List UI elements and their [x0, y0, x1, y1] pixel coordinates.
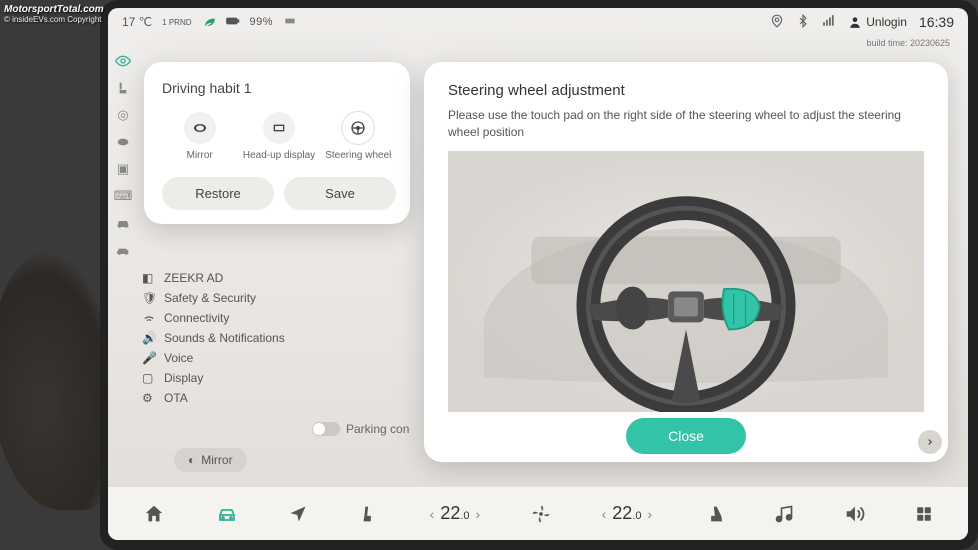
- eye-icon[interactable]: [114, 52, 132, 70]
- gear-icon: ⚙: [142, 391, 156, 405]
- option-hud[interactable]: Head-up display: [241, 112, 316, 161]
- parking-toggle-row[interactable]: Parking con: [312, 422, 409, 436]
- navigation-button[interactable]: [288, 504, 308, 524]
- chevron-right-icon[interactable]: ›: [476, 506, 481, 522]
- chevron-right-icon[interactable]: ›: [648, 506, 653, 522]
- popup-description: Please use the touch pad on the right si…: [448, 107, 924, 141]
- signal-icon: [822, 14, 836, 31]
- speaker-icon: 🔊: [142, 331, 156, 345]
- apps-button[interactable]: [915, 505, 933, 523]
- charging-icon: [283, 14, 297, 31]
- steering-wheel-icon: [342, 112, 374, 144]
- settings-sidebar: ◎ ▣ ⌨: [108, 48, 138, 480]
- steering-adjustment-popup: Steering wheel adjustment Please use the…: [424, 62, 948, 462]
- clock: 16:39: [919, 14, 954, 30]
- car-side-icon[interactable]: [114, 241, 132, 259]
- tablet-bezel: 17 ℃ 1 PRND 99%: [100, 0, 978, 550]
- option-mirror[interactable]: Mirror: [162, 112, 237, 161]
- hud-icon: [263, 112, 295, 144]
- home-button[interactable]: [143, 503, 165, 525]
- mirror-icon: [184, 112, 216, 144]
- next-page-button[interactable]: [918, 430, 942, 454]
- fan-button[interactable]: [530, 503, 552, 525]
- location-icon[interactable]: [770, 14, 784, 31]
- wifi-icon: [142, 311, 156, 325]
- screen: 17 ℃ 1 PRND 99%: [108, 8, 968, 540]
- battery-icon: [226, 14, 240, 31]
- build-time-label: build time: 20230625: [866, 38, 950, 48]
- mic-icon: 🎤: [142, 351, 156, 365]
- car-body-icon[interactable]: [114, 214, 132, 232]
- restore-button[interactable]: Restore: [162, 177, 274, 210]
- option-steering-wheel[interactable]: Steering wheel: [321, 112, 396, 161]
- save-button[interactable]: Save: [284, 177, 396, 210]
- steering-wheel-illustration: [448, 151, 924, 413]
- toggle-switch[interactable]: [312, 422, 340, 436]
- watermark: MotorsportTotal.com © insideEVs.com Copy…: [4, 4, 104, 24]
- bluetooth-icon[interactable]: [796, 14, 810, 31]
- temperature-readout: 17 ℃: [122, 15, 152, 29]
- temp-left-value: 22.0: [440, 503, 469, 524]
- temp-left-control[interactable]: ‹ 22.0 ›: [430, 503, 481, 524]
- display-icon: ▢: [142, 371, 156, 385]
- popup-title: Steering wheel adjustment: [448, 82, 924, 99]
- status-bar: 17 ℃ 1 PRND 99%: [108, 8, 968, 36]
- seat-icon[interactable]: [114, 79, 132, 97]
- mirror-chip[interactable]: ◐ Mirror: [174, 448, 247, 472]
- music-button[interactable]: [774, 504, 794, 524]
- user-button[interactable]: Unlogin: [848, 15, 907, 29]
- mirror-side-icon[interactable]: [114, 133, 132, 151]
- close-button[interactable]: Close: [626, 418, 746, 454]
- car-front-icon[interactable]: ▣: [114, 160, 132, 178]
- chevron-left-icon[interactable]: ‹: [602, 506, 607, 522]
- shield-icon: 🛡: [142, 291, 156, 305]
- chevron-left-icon[interactable]: ‹: [430, 506, 435, 522]
- steering-icon[interactable]: ◎: [114, 106, 132, 124]
- bottom-dock: ‹ 22.0 › ‹ 22.0 ›: [108, 486, 968, 540]
- mirror-icon: ◐: [188, 453, 195, 467]
- driving-habit-popup: Driving habit 1 Mirror Head-up display S…: [144, 62, 410, 224]
- seat-right-button[interactable]: [702, 503, 724, 525]
- drive-mode-indicator: 1 PRND: [162, 18, 191, 27]
- temp-right-control[interactable]: ‹ 22.0 ›: [602, 503, 653, 524]
- popup-title: Driving habit 1: [162, 80, 396, 96]
- car-settings-button[interactable]: [215, 502, 239, 526]
- volume-button[interactable]: [843, 503, 865, 525]
- temp-right-value: 22.0: [612, 503, 641, 524]
- seat-left-button[interactable]: [358, 503, 380, 525]
- ad-icon: ◧: [142, 271, 156, 285]
- eco-leaf-icon: [202, 14, 216, 31]
- battery-percent: 99%: [250, 16, 274, 28]
- keyboard-icon[interactable]: ⌨: [114, 187, 132, 205]
